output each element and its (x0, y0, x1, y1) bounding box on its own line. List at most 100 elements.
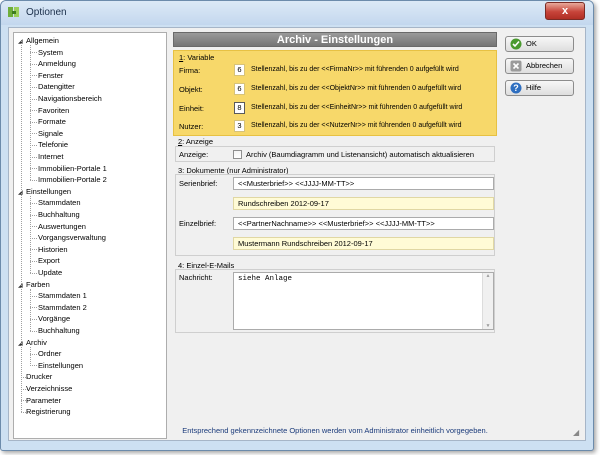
tree-item-label: Vorgangsverwaltung (38, 233, 106, 243)
admin-footer-note: Entsprechend gekennzeichnete Optionen we… (182, 426, 488, 435)
nachricht-textarea[interactable]: siehe Anlage ▲ ▼ (233, 272, 494, 330)
tree-connector (30, 156, 37, 158)
tree-connector (30, 272, 37, 274)
tree-item[interactable]: Immobilien-Portale 2 (38, 174, 107, 185)
help-button[interactable]: ? Hilfe (505, 80, 574, 96)
ok-button[interactable]: OK (505, 36, 574, 52)
tree-item-label: Immobilien-Portale 1 (38, 163, 107, 173)
tree-item[interactable]: Immobilien-Portale 1 (38, 163, 107, 174)
nutzer-digits-input[interactable]: 3 (234, 120, 245, 132)
tree-item-label: Auswertungen (38, 221, 86, 231)
tree-item[interactable]: Registrierung (18, 406, 71, 417)
help-icon: ? (510, 82, 522, 94)
tree-item[interactable]: ◢ Archiv (18, 337, 47, 348)
tree-item[interactable]: Navigationsbereich (38, 93, 102, 104)
tree-item[interactable]: Anmeldung (38, 58, 76, 69)
tree-item-label: Buchhaltung (38, 326, 80, 335)
scroll-up-icon[interactable]: ▲ (483, 273, 493, 279)
tree-connector (21, 41, 22, 413)
tree-connector (30, 260, 37, 262)
tree-item[interactable]: Buchhaltung (38, 209, 80, 220)
tree-item-label: Update (38, 268, 63, 277)
einzelbrief-label: Einzelbrief: (179, 219, 217, 228)
expand-toggle-icon[interactable]: ◢ (18, 188, 26, 199)
tree-item[interactable]: Signale (38, 128, 63, 139)
anzeige-label: Anzeige: (179, 150, 209, 159)
tree-connector (30, 52, 37, 54)
einheit-description: Stellenzahl, bis zu der <<EinheitNr>> mi… (251, 104, 463, 111)
serienbrief-label: Serienbrief: (179, 179, 218, 188)
tree-item-label: Einstellungen (26, 186, 72, 196)
resize-grip-icon[interactable]: ◢ (573, 428, 583, 438)
objekt-digits-input[interactable]: 6 (234, 83, 245, 95)
tree-item[interactable]: Telefonie (38, 139, 68, 150)
expand-toggle-icon[interactable]: ◢ (18, 37, 26, 48)
tree-item-label: Telefonie (38, 140, 69, 150)
tree-item[interactable]: Export (38, 255, 60, 266)
auto-refresh-label[interactable]: Archiv (Baumdiagramm und Listenansicht) … (246, 150, 474, 159)
tree-item-label: Internet (38, 152, 64, 161)
tree-item[interactable]: Buchhaltung (38, 325, 80, 336)
tree-item[interactable]: Einstellungen (38, 360, 83, 371)
tree-connector (30, 237, 37, 239)
tree-item[interactable]: ◢ Farben (18, 279, 50, 290)
tree-item[interactable]: Stammdaten 2 (38, 302, 87, 313)
tree-item[interactable]: ◢ Einstellungen (18, 186, 71, 197)
tree-item-label: Stammdaten 1 (38, 291, 87, 301)
tree-item[interactable]: Drucker (18, 371, 52, 382)
serienbrief-input[interactable]: <<Musterbrief>> <<JJJJ-MM-TT>> (233, 177, 494, 190)
tree-item[interactable]: Auswertungen (38, 221, 86, 232)
tree-item-label: Drucker (26, 372, 53, 382)
tree-connector (30, 195, 31, 273)
tree-item[interactable]: Historien (38, 244, 68, 255)
options-tree[interactable]: ◢ Allgemein System Anmeldung Fenster Datengit… (13, 32, 167, 439)
tree-item[interactable]: Internet (38, 151, 63, 162)
expand-toggle-icon[interactable]: ◢ (18, 339, 26, 350)
einheit-digits-input[interactable]: 8 (234, 102, 245, 114)
einzelbrief-preview: Mustermann Rundschreiben 2012-09-17 (233, 237, 494, 250)
tree-connector (30, 330, 37, 332)
tree-item[interactable]: System (38, 47, 63, 58)
tree-item[interactable]: Vorgänge (38, 313, 70, 324)
scroll-down-icon[interactable]: ▼ (483, 323, 493, 329)
auto-refresh-checkbox[interactable] (233, 150, 242, 159)
tree-connector (30, 226, 37, 228)
tree-item[interactable]: Fenster (38, 70, 63, 81)
cancel-button[interactable]: Abbrechen (505, 58, 574, 74)
tree-item-label: Favoriten (38, 105, 70, 115)
tree-item[interactable]: Favoriten (38, 105, 69, 116)
tree-connector (30, 121, 37, 123)
tree-item-label: Navigationsbereich (38, 94, 102, 103)
tree-item[interactable]: Stammdaten (38, 197, 81, 208)
serienbrief-preview: Rundschreiben 2012-09-17 (233, 197, 494, 210)
tree-connector (30, 214, 37, 216)
tree-item-label: Stammdaten 2 (38, 302, 87, 312)
tree-item[interactable]: Update (38, 267, 62, 278)
tree-item[interactable]: Ordner (38, 348, 61, 359)
tree-connector (30, 45, 31, 181)
firma-digits-input[interactable]: 6 (234, 64, 245, 76)
tree-item-label: Einstellungen (38, 360, 84, 370)
close-button[interactable]: x (545, 2, 585, 20)
tree-item[interactable]: Vorgangsverwaltung (38, 232, 106, 243)
tree-item[interactable]: Formate (38, 116, 66, 127)
tree-item-label: Vorgänge (38, 314, 71, 324)
einzelbrief-input[interactable]: <<PartnerNachname>> <<Musterbrief>> <<JJ… (233, 217, 494, 230)
tree-connector (30, 98, 37, 100)
tree-item-label: System (38, 47, 64, 57)
tree-item-label: Ordner (38, 349, 62, 359)
tree-item-label: Stammdaten (38, 198, 81, 208)
tree-connector (30, 86, 37, 88)
tree-item[interactable]: Verzeichnisse (18, 383, 72, 394)
tree-item[interactable]: Datengitter (38, 81, 75, 92)
expand-toggle-icon[interactable]: ◢ (18, 281, 26, 292)
tree-connector (30, 318, 37, 320)
einheit-label: Einheit: (179, 104, 205, 113)
tree-connector (30, 63, 37, 65)
tree-item[interactable]: Stammdaten 1 (38, 290, 87, 301)
anzeige-section-title: 2: Anzeige (178, 137, 214, 146)
nachricht-scrollbar[interactable]: ▲ ▼ (482, 273, 493, 329)
objekt-label: Objekt: (179, 85, 203, 94)
tree-item[interactable]: Parameter (18, 395, 61, 406)
tree-item[interactable]: ◢ Allgemein (18, 35, 59, 46)
